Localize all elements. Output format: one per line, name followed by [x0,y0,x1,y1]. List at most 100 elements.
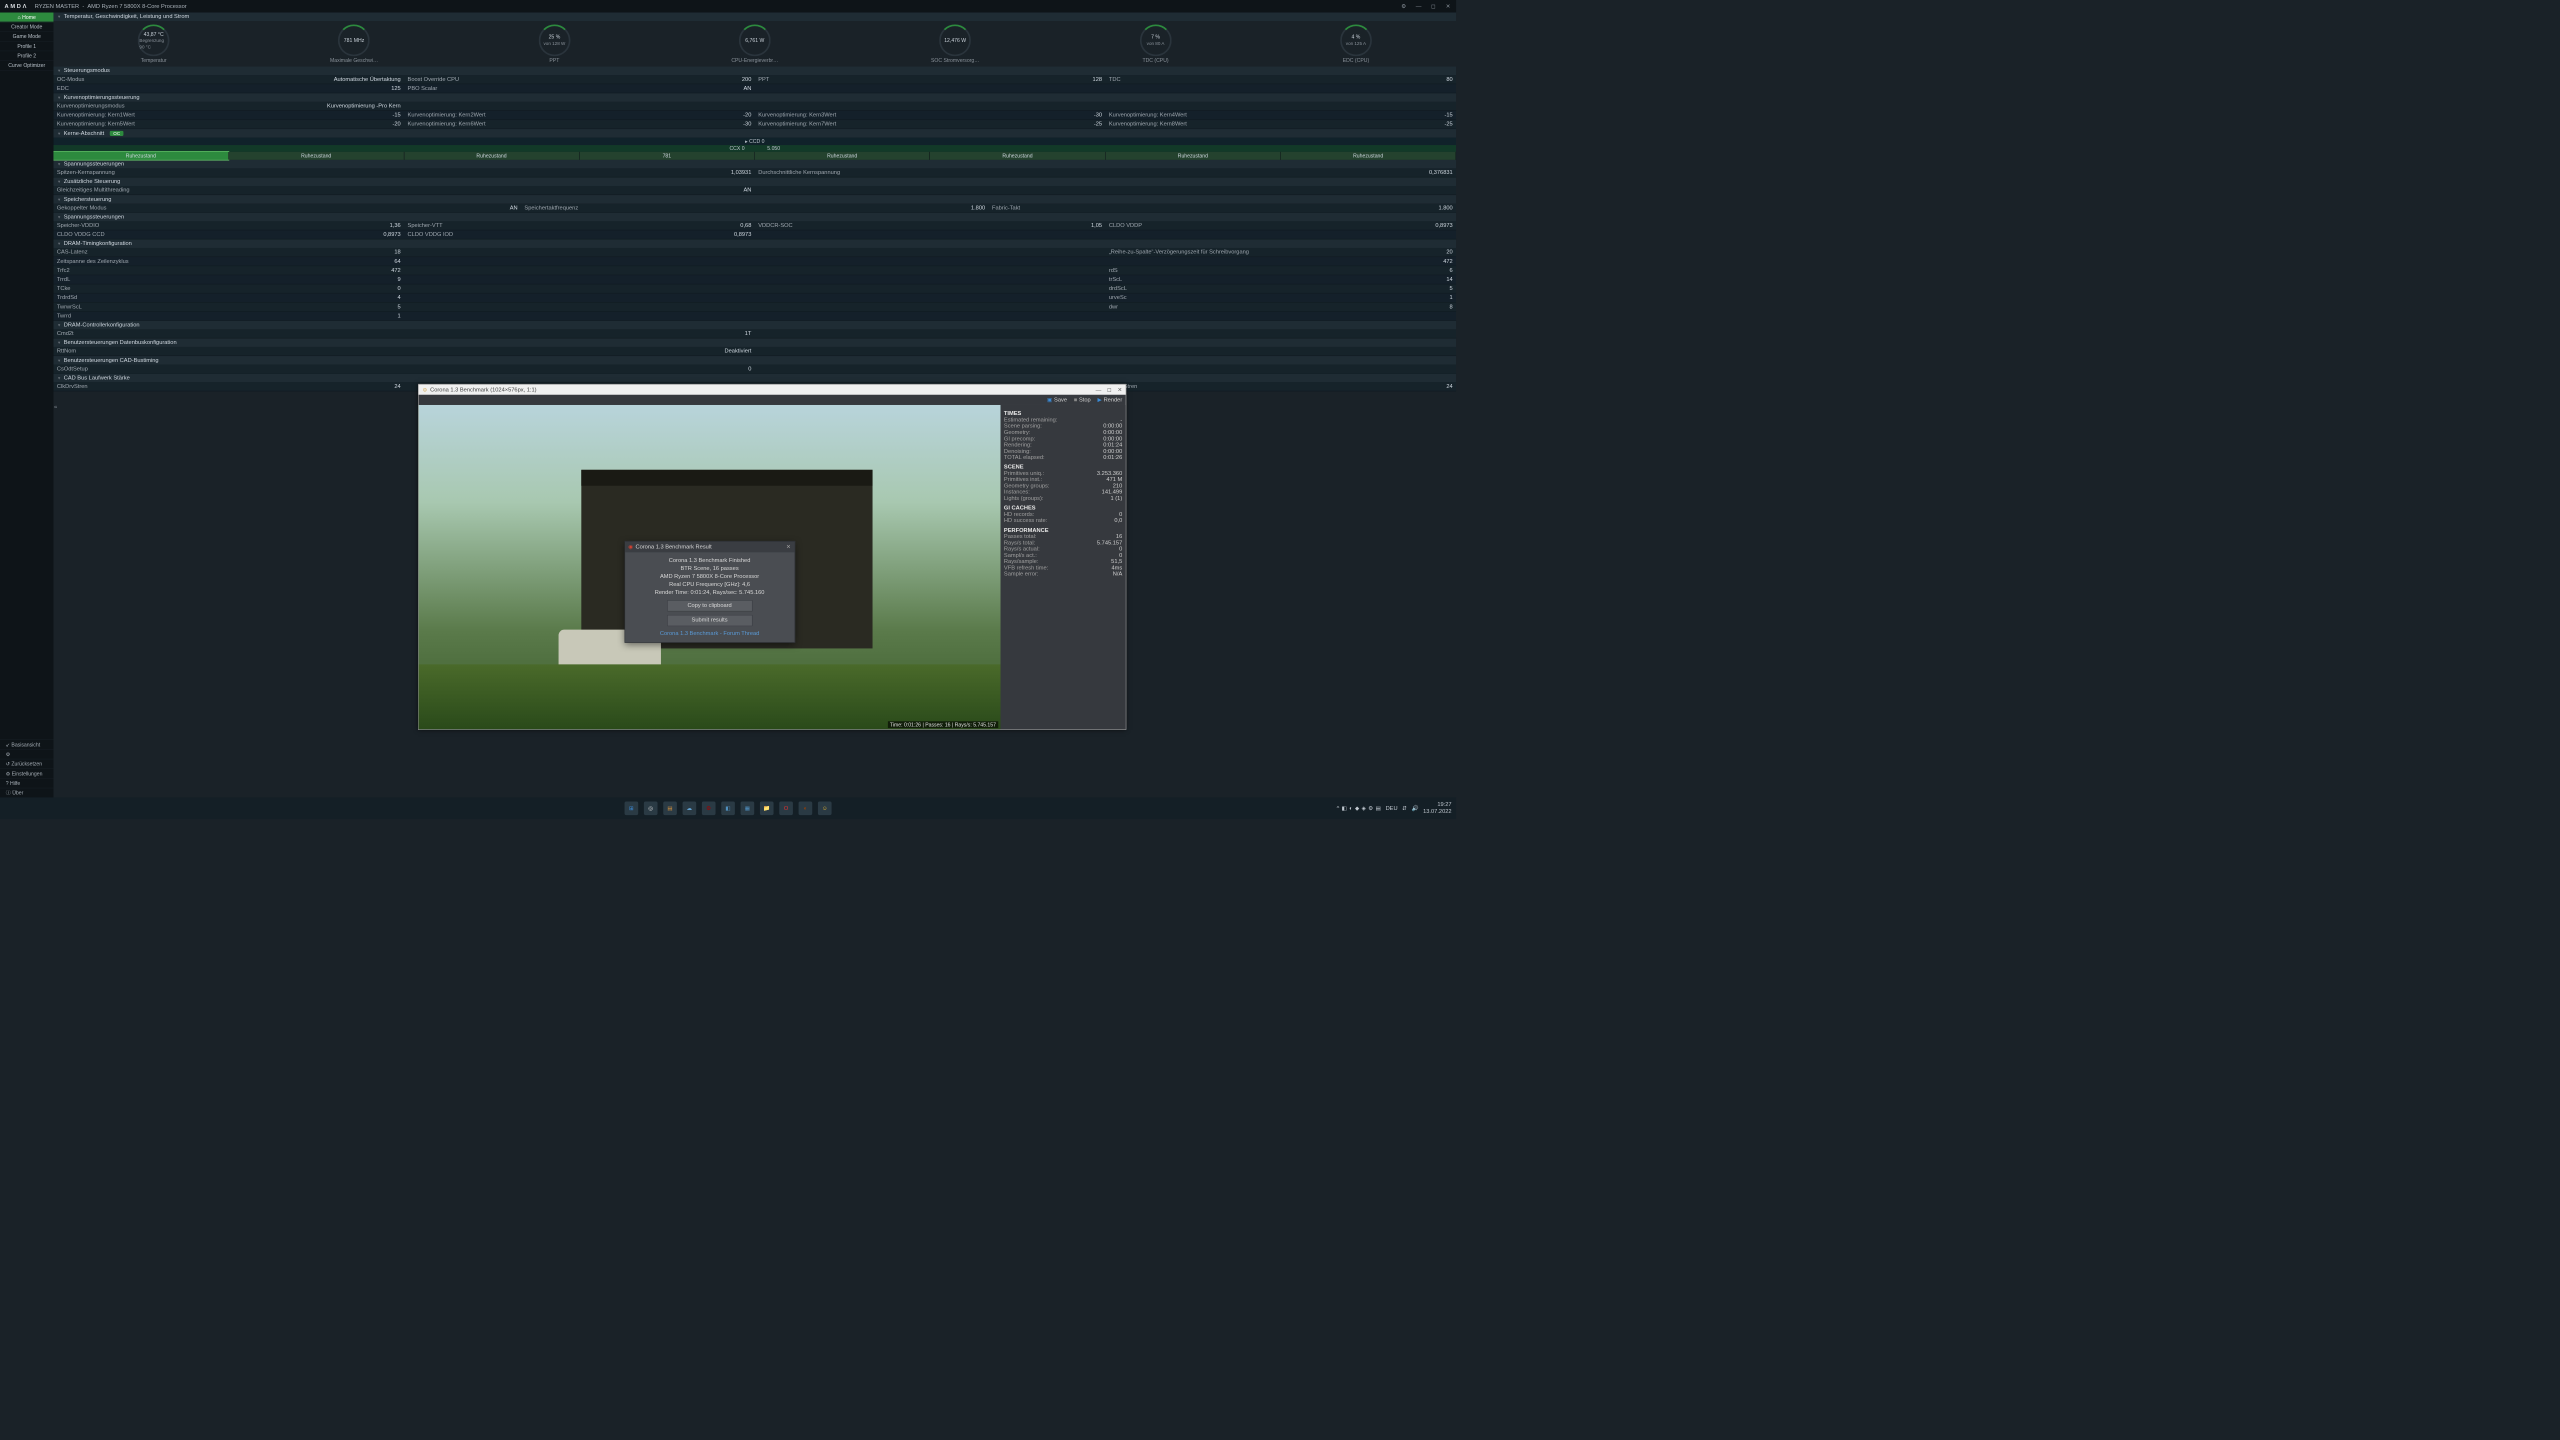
section-header-steuer[interactable]: Steuerungsmodus [53,67,1456,76]
kv-cell[interactable] [404,284,755,293]
kv-cell[interactable] [755,294,1106,303]
kv-cell[interactable]: TCke0 [53,284,404,293]
corona-titlebar[interactable]: ☺ Corona 1.3 Benchmark (1024×576px, 1:1)… [419,385,1126,395]
kv-cell[interactable]: Kurvenoptimierung: Kern4Wert-15 [1105,111,1456,120]
kv-cell[interactable]: Twrrd1 [53,312,404,321]
section-header-speicher[interactable]: Speichersteuerung [53,195,1456,204]
kv-cell[interactable]: Kurvenoptimierung: Kern7Wert-25 [755,120,1106,129]
section-header-cadbs[interactable]: CAD Bus Laufwerk Stärke [53,374,1456,383]
stop-button[interactable]: ■Stop [1074,397,1091,403]
kv-cell[interactable]: Speicher-VTT0,68 [404,221,755,230]
sidebar-bottom-item[interactable]: ⚙ Einstellungen [0,768,53,778]
maximize-icon[interactable]: ◻ [1107,386,1112,392]
kv-cell[interactable]: Zeitspanne des Zeilenzyklus64 [53,257,404,266]
kv-cell[interactable]: Durchschnittliche Kernspannung0,376831 [755,168,1456,177]
taskbar-app-icon[interactable]: ▦ [741,801,755,815]
section-header-temp[interactable]: Temperatur, Geschwindigkeit, Leistung un… [53,13,1456,22]
close-icon[interactable]: ✕ [786,544,791,550]
kv-cell[interactable] [404,275,755,284]
forum-thread-link[interactable]: Corona 1.3 Benchmark - Forum Thread [660,630,759,636]
taskbar-app-icon[interactable]: 📁 [760,801,774,815]
section-header-spann2[interactable]: Spannungssteuerungen [53,213,1456,222]
kv-cell[interactable] [404,266,755,275]
section-header-dramcc[interactable]: DRAM-Controllerkonfiguration [53,321,1456,330]
ccd-header[interactable]: ▸ CCD 0 [53,138,1456,145]
sidebar-item-curve-optimizer[interactable]: Curve Optimizer [0,61,53,71]
kv-cell[interactable]: Speichertaktfrequenz1.800 [521,204,989,213]
kv-cell[interactable]: CLDO VDDG IOD0,8973 [404,230,755,239]
taskbar-app-icon[interactable]: O [779,801,793,815]
kv-cell[interactable]: TDC80 [1105,75,1456,84]
kv-cell[interactable] [404,248,755,257]
core-cell[interactable]: Ruhezustand [755,152,930,160]
sidebar-bottom-item[interactable]: ↺ Zurücksetzen [0,759,53,769]
close-icon[interactable]: ✕ [1445,3,1452,9]
maximize-icon[interactable]: ◻ [1430,3,1437,9]
kv-cell[interactable]: EDC125 [53,84,404,93]
kv-cell[interactable] [755,257,1106,266]
sidebar-item-profile-1[interactable]: Profile 1 [0,42,53,52]
core-cell[interactable]: Ruhezustand [53,152,228,160]
section-header-spann[interactable]: Spannungssteuerungen [53,160,1456,169]
minimize-icon[interactable]: — [1415,3,1422,9]
sidebar-bottom-item[interactable]: ⓘ Über [0,788,53,798]
section-header-bencad[interactable]: Benutzersteuerungen CAD-Bustiming [53,356,1456,365]
tray-icon[interactable]: ▤ [1376,805,1381,811]
core-cell[interactable]: Ruhezustand [1281,152,1456,160]
kv-cell[interactable]: CLDO VDDG CCD0,8973 [53,230,404,239]
sidebar-bottom-item[interactable]: ? Hilfe [0,778,53,788]
clock[interactable]: 19:27 13.07.2022 [1423,801,1451,815]
sidebar-item-game-mode[interactable]: Game Mode [0,32,53,42]
kv-cell[interactable]: KurvenoptimierungsmodusKurvenoptimierung… [53,102,404,111]
kv-cell[interactable]: „Reihe-zu-Spalte“-Verzögerungszeit für S… [1105,248,1456,257]
kv-cell[interactable]: TrdrdSd4 [53,294,404,303]
tray-icon[interactable]: ◈ [1362,805,1366,811]
kv-cell[interactable]: 472 [1105,257,1456,266]
kv-cell[interactable] [404,257,755,266]
kv-cell[interactable] [755,284,1106,293]
kv-cell[interactable]: TwrwrScL5 [53,303,404,312]
kv-cell[interactable]: Gekoppelter ModusAN [53,204,521,213]
kv-cell[interactable]: trScL14 [1105,275,1456,284]
core-cell[interactable]: Ruhezustand [930,152,1105,160]
render-button[interactable]: ▶Render [1097,397,1122,403]
sidebar-item-home[interactable]: Home [0,13,53,23]
kv-cell[interactable]: PBO ScalarAN [404,84,755,93]
taskbar-app-icon[interactable]: ◎ [644,801,658,815]
kv-cell[interactable]: Kurvenoptimierung: Kern2Wert-20 [404,111,755,120]
kv-cell[interactable]: dwr8 [1105,303,1456,312]
taskbar-app-icon[interactable]: ◐ [799,801,813,815]
core-cell[interactable]: Ruhezustand [1105,152,1280,160]
kv-cell[interactable]: CAS-Latenz18 [53,248,404,257]
core-cell[interactable]: Ruhezustand [404,152,579,160]
section-header-kurven[interactable]: Kurvenoptimierungssteuerung [53,93,1456,102]
taskbar-app-icon[interactable]: ☁ [683,801,697,815]
kv-cell[interactable] [755,303,1106,312]
kv-cell[interactable]: TrrdL9 [53,275,404,284]
sidebar-bottom-item[interactable]: ⚙ [0,749,53,759]
kv-cell[interactable]: Fabric-Takt1.800 [989,204,1457,213]
collapse-sidebar-icon[interactable]: « [54,404,57,410]
kv-cell[interactable]: PPT128 [755,75,1106,84]
kv-cell[interactable]: drdScL5 [1105,284,1456,293]
kv-cell[interactable]: Kurvenoptimierung: Kern8Wert-25 [1105,120,1456,129]
submit-results-button[interactable]: Submit results [667,615,752,626]
sidebar-item-creator-mode[interactable]: Creator Mode [0,22,53,32]
sidebar-item-profile-2[interactable]: Profile 2 [0,51,53,61]
kv-cell[interactable]: OC-ModusAutomatische Übertaktung [53,75,404,84]
kv-cell[interactable] [755,266,1106,275]
network-icon[interactable]: ⇵ [1402,805,1407,811]
minimize-icon[interactable]: — [1096,386,1102,392]
kv-cell[interactable]: keDrvStren24 [1105,382,1456,391]
section-header-zus[interactable]: Zusätzliche Steuerung [53,177,1456,186]
tray-icon[interactable]: ◧ [1342,805,1347,811]
kv-cell[interactable]: Boost Override CPU200 [404,75,755,84]
tray-icon[interactable]: ◐ [1349,805,1352,811]
close-icon[interactable]: ✕ [1117,386,1122,392]
kv-cell[interactable]: Kurvenoptimierung: Kern1Wert-15 [53,111,404,120]
kv-cell[interactable]: rdS6 [1105,266,1456,275]
kv-cell[interactable]: Spitzen-Kernspannung1,03931 [53,168,754,177]
kv-cell[interactable] [404,294,755,303]
taskbar-app-icon[interactable]: ☺ [818,801,832,815]
kv-cell[interactable]: RttNomDeaktiviert [53,347,754,356]
